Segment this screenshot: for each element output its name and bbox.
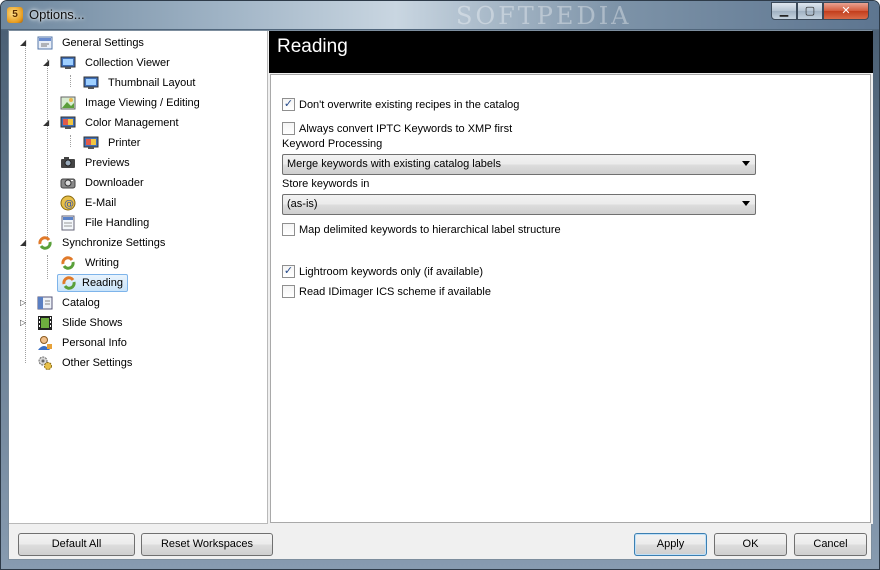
reset-workspaces-button[interactable]: Reset Workspaces [141,533,273,556]
ok-button[interactable]: OK [714,533,787,556]
tree-item-label: Catalog [62,297,100,309]
camera-icon [60,155,76,171]
collapse-icon[interactable]: ◢ [20,39,28,47]
expand-icon[interactable]: ▷ [20,299,28,307]
tree-item-personal-info[interactable]: Personal Info [19,334,259,352]
tree-item-label: Slide Shows [62,317,123,329]
tree-item-label: Writing [85,257,120,269]
tree-item-label: Previews [85,157,130,169]
tree-item-reading[interactable]: Reading [42,274,262,292]
tree-item-file-handling[interactable]: File Handling [42,214,262,232]
tree-item-label: Image Viewing / Editing [85,97,200,109]
tree-item-label: File Handling [85,217,150,229]
dropdown-arrow-icon[interactable] [742,161,750,166]
settings-icon [37,35,53,51]
tree-item-thumbnail-layout[interactable]: Thumbnail Layout [65,74,265,92]
tree-item-color-management[interactable]: ◢ Color Management [42,114,262,132]
collapse-icon[interactable]: ◢ [43,59,51,67]
tree-item-label: Other Settings [62,357,133,369]
camera-icon [60,175,76,191]
settings-tree[interactable]: ◢ General Settings ◢ Collection Viewer T… [9,31,268,524]
collapse-icon[interactable]: ◢ [20,239,28,247]
watermark: SOFTPEDIA [456,2,632,30]
collapse-icon[interactable]: ◢ [43,119,51,127]
tree-item-image-viewing[interactable]: Image Viewing / Editing [42,94,262,112]
tree-item-label: Color Management [85,117,179,129]
checkbox-label: Don't overwrite existing recipes in the … [299,99,520,111]
select-value: (as-is) [287,198,318,210]
dropdown-arrow-icon[interactable] [742,201,750,206]
tree-item-general-settings[interactable]: ◢ General Settings [19,34,259,52]
cancel-button[interactable]: Cancel [794,533,867,556]
tree-item-label: Synchronize Settings [62,237,166,249]
tree-item-label: E-Mail [85,197,117,209]
keyword-processing-label: Keyword Processing [282,138,383,150]
app-icon: 5 [7,7,23,23]
tree-item-label: General Settings [62,37,144,49]
tree-item-synchronize-settings[interactable]: ◢ Synchronize Settings [19,234,259,252]
panel-header: Reading [269,31,873,73]
sync-icon [37,235,53,251]
window-title: Options... [29,7,85,22]
tree-item-label: Personal Info [62,337,127,349]
tree-item-writing[interactable]: Writing [42,254,262,272]
image-icon [60,95,76,111]
film-icon [37,315,53,331]
checkbox-box[interactable] [282,122,295,135]
checkbox-label: Map delimited keywords to hierarchical l… [299,224,561,236]
catalog-icon [37,295,53,311]
tree-item-catalog[interactable]: ▷ Catalog [19,294,259,312]
keyword-processing-select[interactable]: Merge keywords with existing catalog lab… [282,154,756,175]
title-bar[interactable]: 5 Options... SOFTPEDIA ▁ ▢ ✕ [1,1,879,30]
minimize-button[interactable]: ▁ [771,2,797,20]
panel-title: Reading [277,36,348,57]
apply-button[interactable]: Apply [634,533,707,556]
svg-text:@: @ [64,199,74,210]
tree-item-downloader[interactable]: Downloader [42,174,262,192]
options-window: 5 Options... SOFTPEDIA ▁ ▢ ✕ ◢ General S… [0,0,880,570]
tree-item-slide-shows[interactable]: ▷ Slide Shows [19,314,259,332]
person-icon [37,335,53,351]
store-keywords-select[interactable]: (as-is) [282,194,756,215]
checkbox-label: Lightroom keywords only (if available) [299,266,484,278]
maximize-button[interactable]: ▢ [797,2,823,20]
tree-item-email[interactable]: @ E-Mail [42,194,262,212]
store-keywords-label: Store keywords in [282,178,370,190]
checkbox-box[interactable] [282,285,295,298]
checkbox-label: Always convert IPTC Keywords to XMP firs… [299,123,513,135]
select-value: Merge keywords with existing catalog lab… [287,158,501,170]
monitor-icon [83,75,99,91]
file-icon [60,215,76,231]
email-icon: @ [60,195,76,211]
checkbox-box[interactable]: ✓ [282,265,295,278]
checkbox-label: Read IDimager ICS scheme if available [299,286,491,298]
tree-item-label: Collection Viewer [85,57,170,69]
sync-icon [61,275,77,291]
monitor-icon [60,115,76,131]
tree-item-previews[interactable]: Previews [42,154,262,172]
panel-body: ✓ Don't overwrite existing recipes in th… [270,74,871,523]
tree-item-label: Downloader [85,177,144,189]
default-all-button[interactable]: Default All [18,533,135,556]
dialog-client: ◢ General Settings ◢ Collection Viewer T… [8,30,873,560]
tree-item-label: Printer [108,137,141,149]
gears-icon [37,355,53,371]
expand-icon[interactable]: ▷ [20,319,28,327]
settings-panel: Reading ✓ Don't overwrite existing recip… [269,31,873,524]
tree-item-other-settings[interactable]: Other Settings [19,354,259,372]
tree-item-printer[interactable]: Printer [65,134,265,152]
close-button[interactable]: ✕ [823,2,869,20]
tree-item-label: Thumbnail Layout [108,77,196,89]
tree-item-collection-viewer[interactable]: ◢ Collection Viewer [42,54,262,72]
checkbox-box[interactable]: ✓ [282,98,295,111]
checkbox-box[interactable] [282,223,295,236]
monitor-icon [83,135,99,151]
sync-icon [60,255,76,271]
monitor-icon [60,55,76,71]
